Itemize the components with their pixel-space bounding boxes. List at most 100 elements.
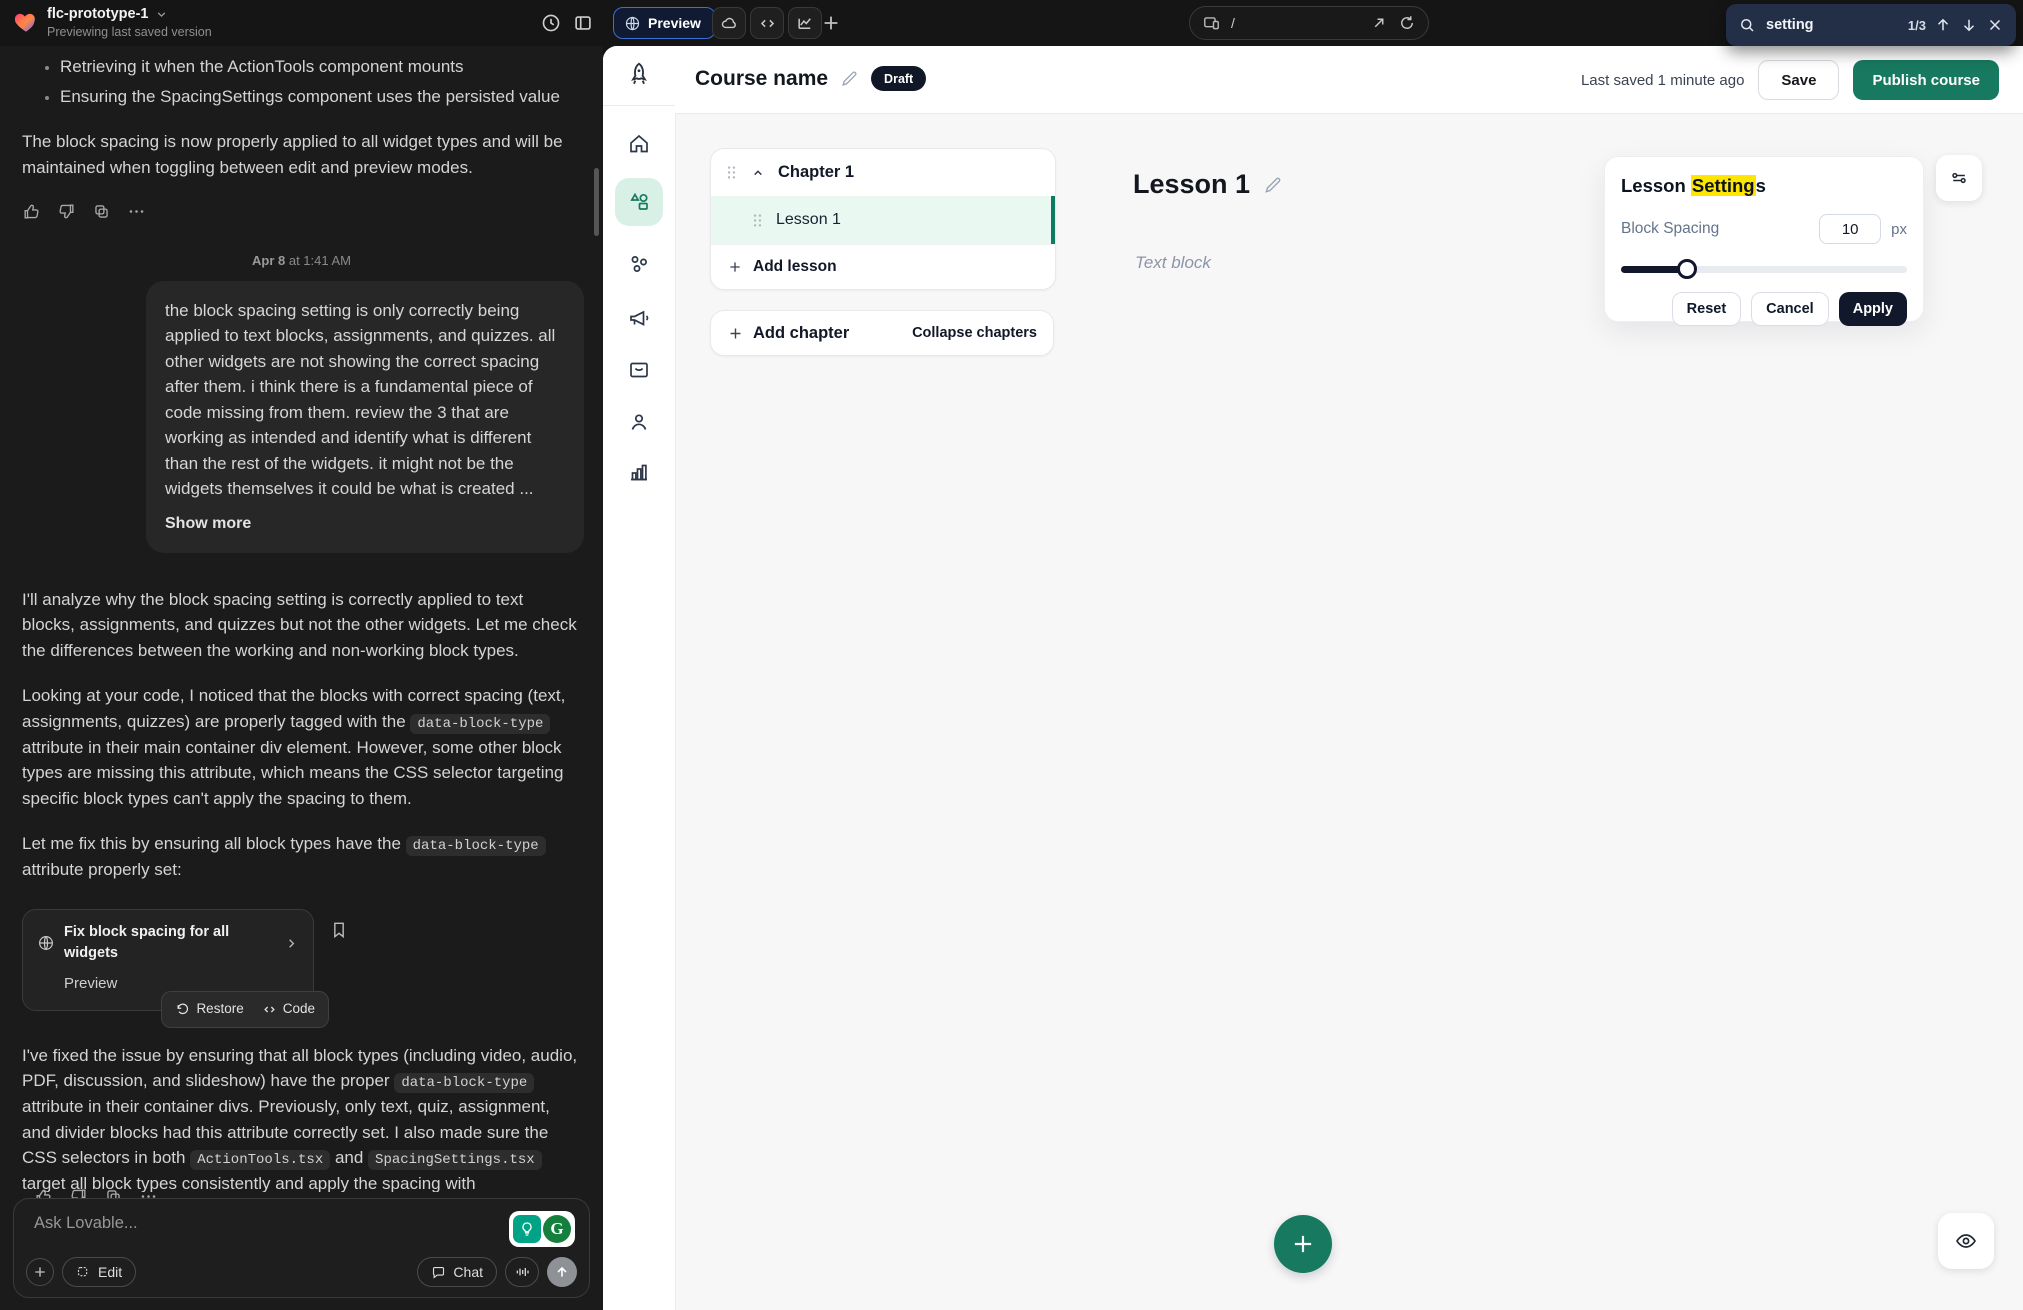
collapse-chapters-button[interactable]: Collapse chapters [912, 325, 1037, 341]
grammarly-g-icon: G [543, 1215, 571, 1243]
shapes-icon [627, 190, 651, 214]
text-segment: attribute properly set: [22, 860, 182, 879]
chevron-up-icon[interactable] [750, 165, 766, 181]
assistant-paragraph-3: Let me fix this by ensuring all block ty… [22, 831, 578, 883]
copy-icon[interactable] [92, 202, 111, 221]
thumbs-down-icon[interactable] [57, 202, 76, 221]
version-card-header: Fix block spacing for all widgets [37, 922, 299, 966]
chat-scroll-area[interactable]: Retrieving it when the ActionTools compo… [0, 46, 603, 1192]
slider-thumb[interactable] [1677, 259, 1697, 279]
refresh-icon[interactable] [1398, 14, 1416, 32]
chat-bubble-icon [431, 1265, 446, 1280]
sidebar-item-courses-active[interactable] [615, 178, 663, 226]
plus-icon [727, 259, 743, 275]
assistant-summary: The block spacing is now properly applie… [22, 129, 578, 180]
arrow-up-icon [554, 1264, 570, 1280]
deploy-cloud-button[interactable] [712, 7, 746, 39]
reset-button[interactable]: Reset [1672, 292, 1742, 326]
send-message-button[interactable] [547, 1257, 577, 1287]
inline-code: data-block-type [406, 836, 546, 856]
preview-address-bar[interactable]: / [1189, 6, 1429, 40]
lesson-settings-popover: Lesson Settings Block Spacing px Reset C… [1604, 156, 1924, 322]
preview-mode-button[interactable]: Preview [613, 7, 716, 39]
message-actions [22, 202, 581, 221]
edit-lesson-title-icon[interactable] [1263, 175, 1282, 194]
sidebar-item-announcements[interactable] [627, 306, 651, 330]
device-responsive-icon[interactable] [1202, 14, 1221, 33]
plus-icon [727, 325, 743, 341]
add-block-fab[interactable] [1274, 1215, 1332, 1273]
drag-handle-icon[interactable] [751, 212, 764, 229]
grammarly-bulb-icon [513, 1215, 541, 1243]
sidebar-item-analytics[interactable] [627, 460, 651, 484]
text-block-placeholder[interactable]: Text block [1135, 253, 1211, 273]
add-tab-button[interactable] [820, 12, 842, 34]
lesson-row-selected[interactable]: Lesson 1 [711, 196, 1055, 244]
route-path[interactable]: / [1231, 15, 1360, 31]
plus-icon [1290, 1231, 1316, 1257]
bookmark-icon[interactable] [329, 920, 349, 940]
attach-button[interactable] [26, 1258, 54, 1286]
voice-input-button[interactable] [505, 1257, 539, 1287]
project-name-menu[interactable]: flc-prototype-1 [47, 6, 168, 22]
inline-code: data-block-type [394, 1073, 534, 1093]
sidebar-item-inbox[interactable] [627, 358, 651, 382]
preview-toggle-button[interactable] [1938, 1213, 1994, 1269]
code-view-button[interactable] [750, 7, 784, 39]
eye-icon [1954, 1229, 1978, 1253]
block-spacing-slider[interactable] [1621, 259, 1907, 279]
chat-mode-button[interactable]: Chat [417, 1257, 497, 1287]
sidebar-item-home[interactable] [627, 132, 651, 156]
panel-layout-icon[interactable] [572, 12, 594, 34]
code-button[interactable]: Code [262, 999, 315, 1019]
search-input[interactable] [1764, 16, 1900, 34]
sidebar-item-profile[interactable] [627, 410, 651, 434]
add-chapter-button[interactable]: Add chapter [727, 324, 912, 343]
chapter-title: Chapter 1 [778, 163, 854, 182]
chevron-right-icon [284, 936, 299, 951]
text-segment: Let me fix this by ensuring all block ty… [22, 834, 406, 853]
project-status-text: Previewing last saved version [47, 25, 212, 39]
edit-mode-button[interactable]: Edit [62, 1257, 136, 1287]
bullet-item: Ensuring the SpacingSettings component u… [60, 84, 581, 110]
analytics-button[interactable] [788, 7, 822, 39]
version-card[interactable]: Fix block spacing for all widgets Previe… [22, 909, 314, 1011]
thumbs-up-icon[interactable] [22, 202, 41, 221]
sliders-icon [1949, 168, 1969, 188]
rail-divider [603, 105, 675, 106]
app-sidebar-rail [603, 46, 676, 1310]
cancel-button[interactable]: Cancel [1751, 292, 1829, 326]
course-title-row: Course name Draft [695, 66, 926, 91]
restore-code-toolbar: Restore Code [161, 991, 329, 1027]
search-prev-icon[interactable] [1934, 16, 1952, 34]
publish-course-button[interactable]: Publish course [1853, 60, 1999, 100]
restore-button[interactable]: Restore [175, 999, 243, 1019]
show-more-link[interactable]: Show more [165, 512, 565, 536]
course-title: Course name [695, 67, 828, 91]
grammarly-badge[interactable]: G [509, 1211, 575, 1247]
history-icon[interactable] [540, 12, 562, 34]
edit-course-title-icon[interactable] [840, 69, 859, 88]
search-highlight: Setting [1691, 175, 1756, 196]
project-name: flc-prototype-1 [47, 6, 149, 22]
more-options-icon[interactable] [127, 202, 146, 221]
block-spacing-value-input[interactable] [1819, 214, 1881, 244]
add-lesson-button[interactable]: Add lesson [711, 244, 1055, 289]
open-external-icon[interactable] [1370, 14, 1388, 32]
user-message-bubble: the block spacing setting is only correc… [146, 281, 584, 553]
chat-scrollbar-thumb[interactable] [594, 168, 599, 236]
chat-message-input[interactable] [32, 1213, 366, 1234]
sidebar-item-community[interactable] [627, 252, 651, 276]
chapter-header-row[interactable]: Chapter 1 [711, 149, 1055, 196]
save-button[interactable]: Save [1758, 60, 1839, 100]
search-close-icon[interactable] [1986, 16, 2004, 34]
assistant-bullet-list: Retrieving it when the ActionTools compo… [22, 54, 581, 109]
restore-icon [175, 1002, 190, 1017]
settings-toggle-button[interactable] [1936, 155, 1982, 201]
search-next-icon[interactable] [1960, 16, 1978, 34]
apply-button[interactable]: Apply [1839, 292, 1907, 326]
drag-handle-icon[interactable] [725, 164, 738, 181]
lesson-settings-title: Lesson Settings [1621, 175, 1907, 197]
assistant-paragraph-4: I've fixed the issue by ensuring that al… [22, 1043, 578, 1193]
inline-code: data-block-type [410, 714, 550, 734]
